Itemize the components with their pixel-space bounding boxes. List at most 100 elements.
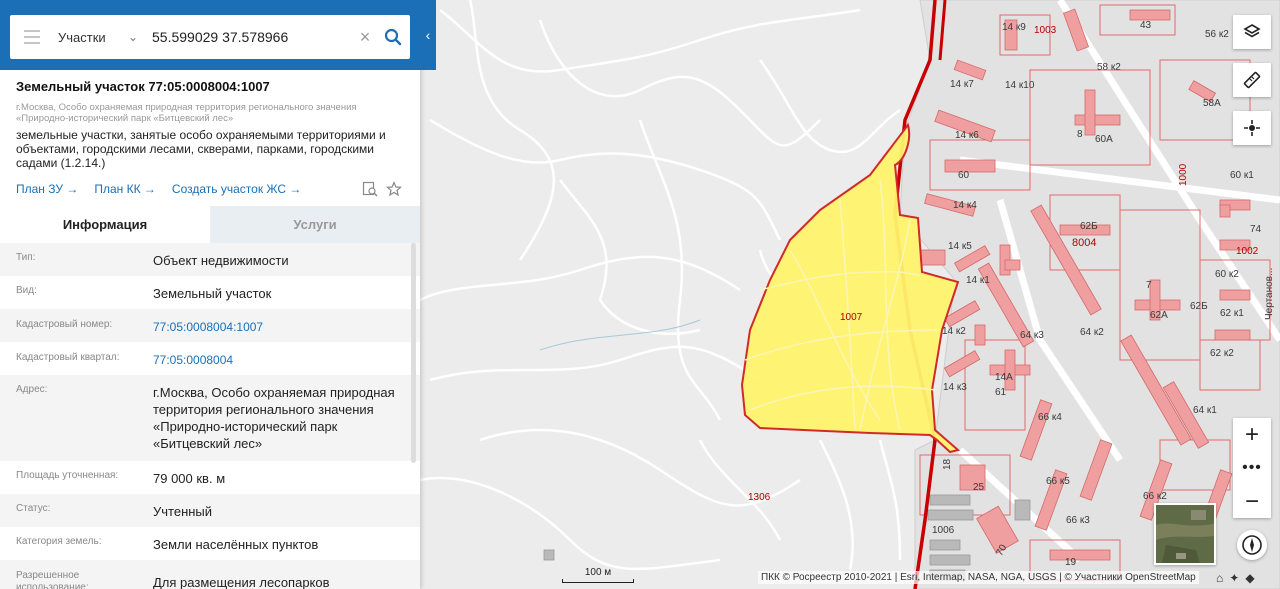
- scale-label: 100 м: [584, 567, 612, 578]
- info-row-permitted-use: Разрешенное использование: Для размещени…: [0, 560, 420, 589]
- info-key: Кадастровый квартал:: [16, 352, 120, 363]
- svg-text:1002: 1002: [1236, 246, 1259, 257]
- clear-search-button[interactable]: ×: [354, 15, 376, 59]
- search-button[interactable]: [376, 15, 410, 59]
- svg-text:14 к10: 14 к10: [1005, 80, 1035, 91]
- plot-actions: [362, 181, 402, 197]
- info-key: Категория земель:: [16, 536, 102, 547]
- svg-text:64 к2: 64 к2: [1080, 327, 1104, 338]
- info-value: Земельный участок: [153, 286, 272, 301]
- star-icon[interactable]: [386, 181, 402, 197]
- info-key: Разрешенное использование:: [16, 570, 89, 589]
- svg-text:66 к3: 66 к3: [1066, 515, 1090, 526]
- tab-services[interactable]: Услуги: [210, 206, 420, 243]
- stream: [539, 319, 701, 351]
- svg-text:19: 19: [1065, 557, 1077, 568]
- collapse-panel-button[interactable]: ‹: [420, 0, 436, 70]
- plan-zu-link[interactable]: План ЗУ →: [16, 182, 78, 196]
- menu-button[interactable]: [10, 15, 54, 59]
- svg-text:60 к2: 60 к2: [1215, 269, 1239, 280]
- svg-text:62 к2: 62 к2: [1210, 348, 1234, 359]
- plot-links: План ЗУ → План КК → Создать участок ЖС →: [16, 181, 404, 197]
- drop-icon[interactable]: ◆: [1245, 571, 1254, 585]
- locate-button[interactable]: [1233, 111, 1271, 145]
- zoom-controls: + ••• −: [1233, 418, 1271, 518]
- hamburger-icon: [24, 30, 40, 32]
- plot-header: Земельный участок 77:05:0008004:1007 г.М…: [0, 70, 420, 197]
- tab-information[interactable]: Информация: [0, 206, 210, 243]
- plot-title: Земельный участок 77:05:0008004:1007: [16, 79, 270, 94]
- home-icon[interactable]: ⌂: [1216, 571, 1223, 585]
- layers-button[interactable]: [1233, 15, 1271, 49]
- svg-text:60А: 60А: [1095, 134, 1113, 145]
- svg-text:62 к1: 62 к1: [1220, 308, 1244, 319]
- selected-plot-label: 1007: [840, 312, 863, 323]
- svg-text:14 к6: 14 к6: [955, 130, 979, 141]
- ruler-icon: [1243, 71, 1261, 89]
- compass-button[interactable]: [1237, 530, 1267, 560]
- svg-text:14 к2: 14 к2: [942, 326, 966, 337]
- info-value: Земли населённых пунктов: [153, 537, 319, 552]
- info-row-area: Площадь уточненная: 79 000 кв. м: [0, 461, 420, 494]
- locate-small-icon[interactable]: ✦: [1229, 571, 1239, 585]
- scrollbar[interactable]: [411, 243, 416, 463]
- svg-text:61: 61: [995, 387, 1007, 398]
- search-input[interactable]: [146, 17, 354, 57]
- svg-text:56 к2: 56 к2: [1205, 29, 1229, 40]
- svg-text:14 к1: 14 к1: [966, 275, 990, 286]
- panel-tabs: Информация Услуги: [0, 206, 420, 243]
- svg-text:66 к5: 66 к5: [1046, 476, 1070, 487]
- svg-text:18: 18: [942, 458, 953, 470]
- svg-text:64 к3: 64 к3: [1020, 330, 1044, 341]
- svg-text:14 к4: 14 к4: [953, 200, 977, 211]
- info-row-kind: Вид: Земельный участок: [0, 276, 420, 309]
- ruler-button[interactable]: [1233, 63, 1271, 97]
- svg-text:66 к4: 66 к4: [1038, 412, 1062, 423]
- svg-text:25: 25: [973, 482, 985, 493]
- cadastral-number-link[interactable]: 77:05:0008004:1007: [153, 319, 412, 342]
- svg-text:14 к9: 14 к9: [1002, 22, 1026, 33]
- info-value: Учтенный: [153, 504, 213, 519]
- basemap-switcher-thumbnail[interactable]: [1154, 503, 1216, 565]
- svg-text:14 к5: 14 к5: [948, 241, 972, 252]
- info-row-land-category: Категория земель: Земли населённых пункт…: [0, 527, 420, 560]
- info-key: Тип:: [16, 252, 36, 263]
- satellite-thumbnail-icon: [1156, 505, 1214, 563]
- scale-line: [562, 579, 634, 583]
- search-document-icon[interactable]: [362, 181, 378, 197]
- svg-text:1000: 1000: [1178, 163, 1189, 186]
- svg-text:66 к2: 66 к2: [1143, 491, 1167, 502]
- layers-icon: [1243, 24, 1261, 38]
- zoom-in-button[interactable]: +: [1233, 418, 1271, 451]
- plot-location: г.Москва, Особо охраняемая природная тер…: [16, 102, 357, 124]
- svg-text:62А: 62А: [1150, 310, 1168, 321]
- info-panel: Участки ⌄ × Земельный участок 77:05:0008…: [0, 0, 420, 589]
- svg-text:Чертанов...: Чертанов...: [1264, 268, 1275, 320]
- search-box: Участки ⌄ ×: [10, 15, 410, 59]
- plan-kk-link[interactable]: План КК →: [94, 182, 156, 196]
- svg-text:8: 8: [1077, 129, 1083, 140]
- info-key: Адрес:: [16, 384, 48, 395]
- crosshair-icon: [1244, 120, 1260, 136]
- map-attribution[interactable]: ПКК © Росреестр 2010-2021 | Esri, Interm…: [758, 571, 1199, 584]
- search-type-select[interactable]: Участки: [58, 30, 120, 45]
- search-bar: Участки ⌄ ×: [0, 0, 420, 70]
- create-plot-link[interactable]: Создать участок ЖС →: [172, 182, 301, 196]
- info-row-type: Тип: Объект недвижимости: [0, 243, 420, 276]
- svg-text:14 к3: 14 к3: [943, 382, 967, 393]
- info-key: Кадастровый номер:: [16, 319, 113, 330]
- scale-bar: 100 м: [562, 567, 634, 583]
- search-icon: [384, 28, 402, 46]
- zoom-out-button[interactable]: −: [1233, 485, 1271, 518]
- info-value: Для размещения лесопарков: [153, 575, 330, 589]
- cadastral-quarter-link[interactable]: 77:05:0008004: [153, 352, 412, 375]
- svg-text:14А: 14А: [995, 372, 1013, 383]
- svg-text:60: 60: [958, 170, 970, 181]
- chevron-down-icon[interactable]: ⌄: [120, 30, 146, 44]
- svg-text:60 к1: 60 к1: [1230, 170, 1254, 181]
- svg-text:1306: 1306: [748, 492, 771, 503]
- svg-text:1003: 1003: [1034, 25, 1057, 36]
- app: 1007 1003 43 56 к2 14 к9 58 к2 14 к7 14 …: [0, 0, 1280, 589]
- svg-text:62Б: 62Б: [1190, 301, 1208, 312]
- more-options-button[interactable]: •••: [1233, 451, 1271, 485]
